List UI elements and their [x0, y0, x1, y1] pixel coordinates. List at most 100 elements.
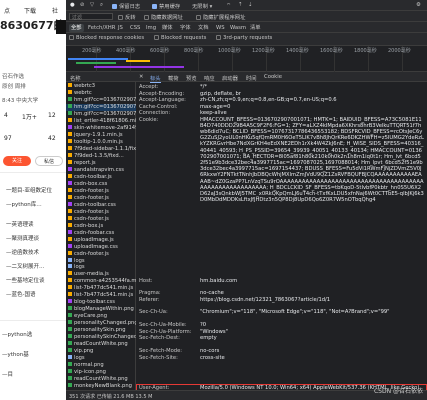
request-row[interactable]: csdn-toolbar.js [66, 173, 136, 181]
upload-icon[interactable]: ⇡ [238, 2, 242, 8]
request-row[interactable]: normal.png [66, 362, 136, 369]
request-row[interactable]: csdn-toolbar.css [66, 201, 136, 209]
third-party-checkbox[interactable]: 3rd-party requests [216, 35, 272, 41]
tab-timing[interactable]: 时间 [246, 74, 257, 82]
request-row[interactable]: personalityChanged.png [66, 320, 136, 327]
request-row[interactable]: hm.gif?cc=0136702907… [66, 96, 136, 104]
wifi-icon[interactable]: ⌔ [226, 2, 231, 9]
filter-icon[interactable]: ▽ [90, 2, 94, 8]
article-link[interactable]: —python库… [6, 200, 42, 208]
header-value[interactable]: keep-alive [200, 110, 424, 116]
header-value[interactable]: empty [200, 335, 424, 341]
header-value[interactable]: gzip, deflate, br [200, 91, 424, 97]
disable-cache-checkbox[interactable]: 禁用缓存 [152, 2, 180, 10]
hide-extension-checkbox[interactable]: 隐藏扩展程序网址 [196, 13, 245, 21]
request-row[interactable]: hm.gif?cc=0136702907… [66, 110, 136, 118]
request-row[interactable]: csdn-footer.js [66, 194, 136, 202]
request-row[interactable]: csdn-box.js [66, 222, 136, 230]
request-row[interactable]: csdn-foobar.css [66, 229, 136, 237]
request-row[interactable]: webrtc [66, 89, 136, 97]
invert-checkbox[interactable]: 反转 [118, 13, 136, 21]
type-filter-doc[interactable]: 文档 [196, 24, 211, 32]
request-row[interactable]: 7f9ded-1.3.5/fixd… [66, 152, 136, 160]
filter-input[interactable]: 过滤 [69, 13, 113, 21]
type-filter-font[interactable]: 字体 [178, 24, 193, 32]
type-filter-css[interactable]: CSS [128, 24, 142, 32]
request-row[interactable]: vip.png [66, 348, 136, 355]
request-row[interactable]: uploadImage.css [66, 243, 136, 251]
article-link[interactable]: —二叉树展开… [6, 262, 45, 270]
nav-item[interactable]: 下载 [24, 6, 36, 15]
request-list-header[interactable]: 名称 [66, 72, 136, 82]
tab-preview[interactable]: 预览 [186, 74, 197, 82]
article-link[interactable]: —python选 [2, 330, 32, 338]
tab-headers[interactable]: 标头 [150, 74, 161, 83]
request-row[interactable]: hm.gif?cc=0136702907… [66, 103, 136, 111]
header-value[interactable]: https://blog.csdn.net/12321_7863067?arti… [200, 297, 424, 303]
request-list[interactable]: 名称 webrtc3 webrtc hm.gif?cc=0136702907… hm.… [66, 72, 136, 390]
header-value[interactable]: ?0 [200, 322, 424, 328]
request-row[interactable]: csdn-box.css [66, 180, 136, 188]
request-row[interactable]: list-7b477dc541.min.js [66, 285, 136, 292]
tab-payload[interactable]: 载荷 [168, 74, 179, 82]
request-row[interactable]: csdn-footer.js [66, 250, 136, 258]
header-value[interactable]: max-age=0 [200, 104, 424, 110]
request-row[interactable]: personalitySkinChanged.p… [66, 334, 136, 341]
request-row[interactable]: jquery-1.9.1.min.js [66, 131, 136, 139]
nav-item[interactable]: 社 [52, 6, 58, 15]
request-row[interactable]: readCountWhite.png [66, 376, 136, 383]
tab-cookies[interactable]: Cookie [264, 74, 282, 80]
request-row[interactable]: 7f9ded-sidebar-1.1.1/fixed… [66, 145, 136, 153]
article-link[interactable]: 一英语理读 [6, 220, 34, 228]
request-row[interactable]: tooltip-1.0.0.min.js [66, 138, 136, 146]
download-icon[interactable]: ⇣ [248, 2, 252, 8]
header-value[interactable]: "Chromium";v="118", "Microsoft Edge";v="… [200, 309, 424, 315]
type-filter-js[interactable]: JS [116, 24, 125, 32]
request-row[interactable]: skin-whitemove-2af9149… [66, 124, 136, 132]
request-row[interactable]: csdn-footer.js [66, 208, 136, 216]
request-row[interactable]: webrtc3 [66, 83, 136, 90]
request-row[interactable]: logs [66, 264, 136, 271]
preserve-log-checkbox[interactable]: 保留日志 [112, 2, 140, 10]
request-row[interactable]: common-a4253544fa.min.js [66, 278, 136, 285]
request-row[interactable]: report.js [66, 159, 136, 167]
nav-item[interactable]: 点 [4, 6, 10, 15]
type-filter-media[interactable]: 媒体 [160, 24, 175, 32]
article-link[interactable]: —目 [2, 370, 13, 378]
search-icon[interactable]: ⌕ [100, 2, 103, 9]
article-link[interactable]: 一些基地定位谈 [6, 276, 45, 284]
request-row[interactable]: list-7b477dc541.min.js [66, 292, 136, 299]
header-value[interactable]: cross-site [200, 355, 424, 361]
header-value[interactable]: no-cache [200, 290, 424, 296]
throttle-select[interactable]: 无限制 ▾ [192, 2, 212, 10]
article-link[interactable]: 一题目-亚组数定位 [6, 186, 52, 194]
request-row[interactable]: logs [66, 257, 136, 265]
header-value[interactable]: HMACCOUNT_BFESS=0136702907001071; HMTK=1… [200, 117, 424, 277]
request-row[interactable]: user-media.js [66, 271, 136, 278]
request-row[interactable]: personalitySkin.png [66, 327, 136, 334]
blocked-cookies-checkbox[interactable]: Blocked response cookies [69, 35, 144, 41]
follow-button[interactable]: 关注 [3, 156, 31, 166]
type-filter-ws[interactable]: WS [214, 24, 227, 32]
tab-response[interactable]: 响应 [204, 74, 215, 82]
type-filter-all[interactable]: 全部 [69, 24, 84, 32]
gear-icon[interactable]: ⚙ [416, 2, 421, 8]
request-row[interactable]: blog-toolbar.css [66, 299, 136, 306]
request-row[interactable]: csdn-footer.js [66, 215, 136, 223]
request-row[interactable]: eyeCare.png [66, 313, 136, 320]
tab-initiator[interactable]: 启动器 [222, 74, 238, 82]
header-value[interactable]: hm.baidu.com [200, 278, 424, 284]
header-value[interactable]: no-cors [200, 348, 424, 354]
type-filter-img[interactable]: Img [144, 24, 158, 32]
request-row[interactable]: readCountWhite.png [66, 341, 136, 348]
request-row[interactable]: list_ertler-418f61806.min… [66, 117, 136, 125]
article-link[interactable]: —蓝色-国语 [6, 290, 36, 298]
type-filter-wasm[interactable]: Wasm [228, 24, 248, 32]
header-value[interactable]: */* [200, 84, 424, 90]
header-value[interactable]: zh-CN,zh;q=0.9,en;q=0.8,en-GB;q=0.7,en-U… [200, 97, 424, 103]
article-link[interactable]: —ython基 [2, 350, 29, 358]
type-filter-manifest[interactable]: 清单 [248, 24, 263, 32]
request-row[interactable]: uploadImage.js [66, 236, 136, 244]
type-filter-fetch[interactable]: Fetch/XHR [86, 24, 117, 32]
request-row[interactable]: blogManageWithin.png [66, 306, 136, 313]
